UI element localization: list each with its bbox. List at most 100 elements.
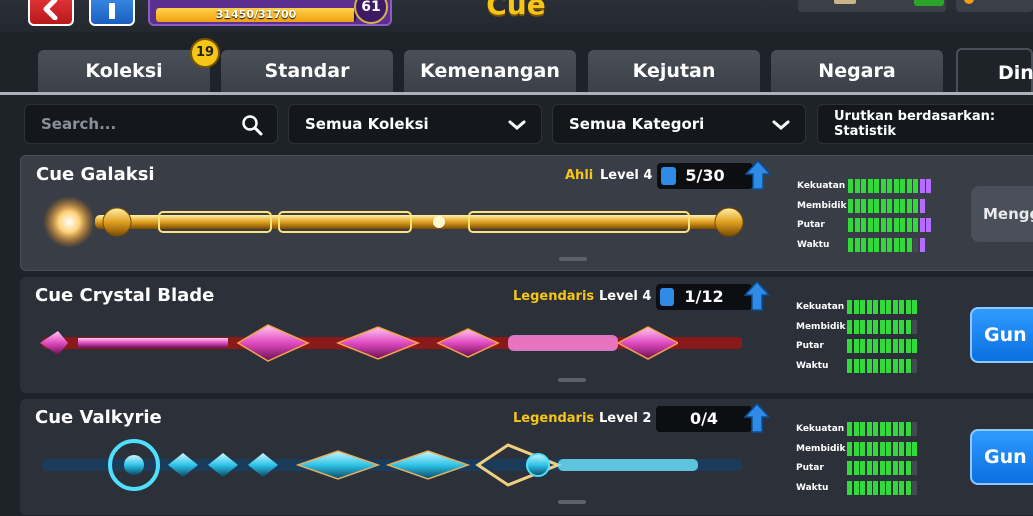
stat-segment	[854, 198, 860, 213]
tab-bar: Koleksi Standar Kemenangan Kejutan Negar…	[0, 48, 1033, 95]
stat-segment	[861, 198, 866, 213]
upgrade-arrow-icon[interactable]	[744, 403, 770, 433]
stat-label: Membidik	[796, 321, 846, 332]
stat-segment	[912, 422, 917, 436]
card-handle	[558, 500, 586, 504]
stat-bar	[848, 218, 933, 232]
tab-kejutan[interactable]: Kejutan	[588, 50, 760, 92]
resource-counter-2[interactable]	[956, 0, 1033, 12]
collection-select[interactable]: Semua Koleksi	[288, 104, 542, 144]
back-button[interactable]	[28, 0, 74, 26]
tab-koleksi[interactable]: Koleksi	[38, 50, 210, 92]
cue-level: Level 2	[599, 411, 652, 426]
stat-segment	[912, 319, 917, 334]
stat-bar	[847, 358, 919, 373]
upgrade-arrow-icon[interactable]	[745, 160, 771, 190]
stat-segment	[912, 480, 917, 495]
stat-segment	[860, 422, 865, 436]
stat-segment-boost	[919, 237, 925, 252]
sort-select-value: Urutkan berdasarkan: Statistik	[834, 109, 996, 139]
stat-segment	[866, 319, 872, 334]
card-handle	[558, 378, 586, 382]
stat-segment	[847, 422, 852, 436]
cue-stats: Kekuatan Membidik Putar Waktu	[797, 178, 957, 256]
stat-segment	[861, 179, 866, 193]
stat-segment	[886, 461, 891, 475]
info-button[interactable]	[89, 0, 135, 26]
stat-segment	[860, 319, 865, 334]
stat-segment	[867, 179, 873, 193]
cue-card[interactable]: Cue Galaksi Ahli Level 4 5/30 Kekuatan M…	[20, 155, 1033, 271]
category-select[interactable]: Semua Kategori	[552, 104, 806, 144]
stat-segment-boost	[926, 218, 931, 232]
stat-segment	[886, 319, 891, 334]
stat-label: Kekuatan	[797, 181, 846, 191]
back-arrow-icon	[43, 0, 58, 20]
stat-segment	[848, 179, 853, 193]
stat-segment	[861, 237, 866, 252]
stat-segment	[853, 339, 859, 353]
use-button[interactable]: Gun	[970, 429, 1033, 485]
stat-segment	[873, 461, 878, 475]
stat-segment	[892, 358, 898, 373]
stat-segment	[900, 198, 905, 213]
upgrade-progress-text: 0/4	[689, 409, 719, 428]
stat-segment	[879, 480, 885, 495]
stat-segment	[847, 441, 852, 456]
search-input[interactable]	[41, 115, 231, 133]
stat-segment	[866, 339, 872, 353]
stat-segment	[905, 480, 911, 495]
stat-segment	[913, 237, 918, 252]
tab-active[interactable]: Din	[956, 48, 1033, 95]
stat-segment	[847, 339, 852, 353]
stat-segment	[905, 358, 911, 373]
tab-negara[interactable]: Negara	[771, 50, 943, 92]
stat-segment	[887, 179, 892, 193]
stat-segment	[867, 237, 873, 252]
stat-segment-boost	[919, 218, 925, 232]
use-button[interactable]: Gun	[970, 307, 1033, 363]
stat-segment	[905, 339, 911, 353]
cue-card[interactable]: Cue Crystal Blade Legendaris Level 4 1/1…	[20, 277, 1033, 393]
add-resource-button[interactable]	[914, 0, 944, 6]
cue-card[interactable]: Cue Valkyrie Legendaris Level 2 0/4 Keku…	[20, 399, 1033, 515]
resource-counter[interactable]	[798, 0, 946, 12]
stat-bar	[847, 339, 919, 353]
in-use-button[interactable]: Mengg	[971, 186, 1033, 242]
stat-segment	[905, 441, 911, 456]
stat-segment	[892, 339, 898, 353]
stat-segment	[867, 218, 873, 232]
stat-segment	[893, 179, 899, 193]
stat-segment	[873, 441, 878, 456]
stat-segment-boost	[919, 179, 925, 193]
upgrade-arrow-icon[interactable]	[744, 281, 770, 311]
cue-stats: Kekuatan Membidik Putar Waktu	[796, 421, 956, 499]
stat-row: Putar	[797, 217, 957, 237]
stat-segment	[860, 300, 865, 314]
stat-segment	[880, 218, 886, 232]
stat-segment	[900, 179, 905, 193]
stat-segment	[866, 422, 872, 436]
stat-label: Putar	[796, 341, 824, 351]
stat-segment	[906, 237, 912, 252]
search-icon[interactable]	[241, 114, 263, 136]
stat-segment	[905, 319, 911, 334]
stat-segment	[913, 198, 918, 213]
search-box[interactable]	[24, 104, 278, 144]
stat-segment	[892, 441, 898, 456]
sort-select[interactable]: Urutkan berdasarkan: Statistik	[817, 104, 1033, 144]
stat-segment	[912, 461, 917, 475]
stat-label: Membidik	[796, 443, 846, 454]
stat-segment	[900, 237, 905, 252]
stat-segment	[873, 480, 878, 495]
stat-label: Kekuatan	[796, 424, 845, 434]
stat-segment	[899, 319, 904, 334]
stat-segment	[848, 237, 853, 252]
stat-segment	[887, 218, 892, 232]
stat-segment-boost	[926, 179, 931, 193]
stat-segment	[860, 339, 865, 353]
stat-segment	[912, 300, 917, 314]
tab-standar[interactable]: Standar	[221, 50, 393, 92]
tab-kemenangan[interactable]: Kemenangan	[404, 50, 576, 92]
stat-segment	[853, 422, 859, 436]
